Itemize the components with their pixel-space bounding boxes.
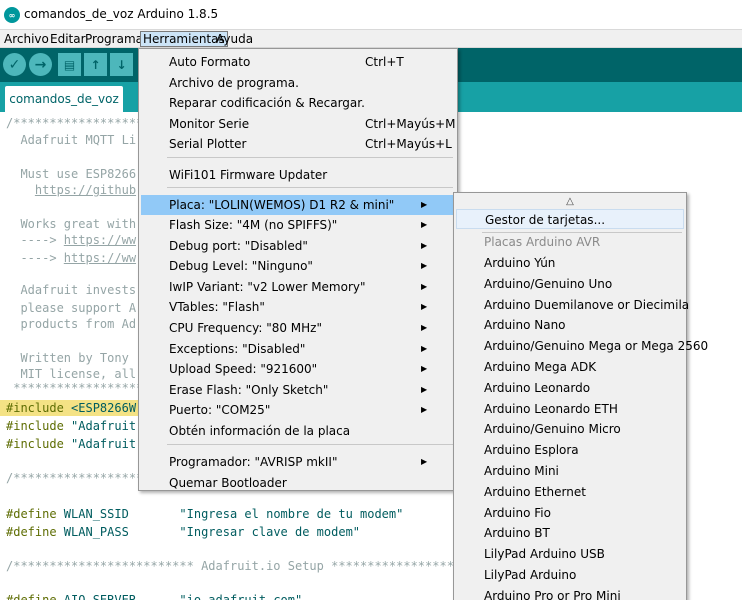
tools-menu-item[interactable]: Serial Plotter Ctrl+Mayús+L	[141, 134, 455, 154]
submenu-arrow-icon: ▶	[421, 457, 428, 466]
save-button[interactable]: ↓	[110, 53, 133, 76]
submenu-arrow-icon: ▶	[421, 385, 428, 394]
tools-menu-item[interactable]: Debug port: "Disabled" ▶	[141, 236, 455, 256]
submenu-arrow-icon: ▶	[421, 241, 428, 250]
submenu-arrow-icon: ▶	[421, 302, 428, 311]
code-line: #include <ESP8266W	[6, 401, 137, 415]
arrow-up-icon: ↑	[90, 57, 101, 72]
code-line: please support A	[6, 301, 137, 315]
code-line: ----> https://ww	[6, 251, 137, 265]
board-manager-item[interactable]: Gestor de tarjetas...	[456, 209, 684, 229]
tools-menu-item[interactable]: Programador: "AVRISP mkII" ▶	[141, 452, 455, 472]
tools-menu-item[interactable]: CPU Frequency: "80 MHz" ▶	[141, 318, 455, 338]
menu-separator	[167, 157, 453, 158]
code-line: Adafruit invests	[6, 283, 137, 297]
board-section-header: Placas Arduino AVR	[484, 235, 601, 249]
tools-menu-item[interactable]: Exceptions: "Disabled" ▶	[141, 339, 455, 359]
tools-menu-item[interactable]: IwIP Variant: "v2 Lower Memory" ▶	[141, 277, 455, 297]
tools-menu-item[interactable]: Auto Formato Ctrl+T	[141, 52, 455, 72]
submenu-arrow-icon: ▶	[421, 323, 428, 332]
board-item[interactable]: Arduino Ethernet	[456, 482, 684, 502]
code-line: products from Ad	[6, 317, 137, 331]
board-item[interactable]: Arduino/Genuino Uno	[456, 274, 684, 294]
submenu-arrow-icon: ▶	[421, 282, 428, 291]
check-icon: ✓	[8, 56, 21, 73]
arrow-right-icon: →	[34, 56, 47, 73]
tab-comandos-de-voz[interactable]: comandos_de_voz	[5, 86, 123, 112]
submenu-arrow-icon: ▶	[421, 405, 428, 414]
board-item[interactable]: Arduino Mega ADK	[456, 357, 684, 377]
board-item[interactable]: Arduino Leonardo	[456, 378, 684, 398]
tools-menu-item[interactable]: WiFi101 Firmware Updater	[141, 165, 455, 185]
submenu-arrow-icon: ▶	[421, 200, 428, 209]
file-icon: ▤	[63, 57, 76, 72]
menu-editar[interactable]: Editar	[48, 31, 88, 47]
board-item[interactable]: Arduino Nano	[456, 315, 684, 335]
submenu-arrow-icon: ▶	[421, 344, 428, 353]
arrow-down-icon: ↓	[116, 57, 127, 72]
board-item[interactable]: Arduino Leonardo ETH	[456, 399, 684, 419]
board-item[interactable]: Arduino Pro or Pro Mini	[456, 586, 684, 600]
submenu-arrow-icon: ▶	[421, 220, 428, 229]
code-line: #define WLAN_SSID "Ingresa el nombre de …	[6, 507, 404, 521]
board-item[interactable]: LilyPad Arduino USB	[456, 544, 684, 564]
board-item[interactable]: Arduino/Genuino Mega or Mega 2560	[456, 336, 708, 356]
board-item[interactable]: Arduino BT	[456, 523, 684, 543]
open-button[interactable]: ↑	[84, 53, 107, 76]
board-item[interactable]: Arduino Duemilanove or Diecimila	[456, 295, 689, 315]
tools-menu-item[interactable]: Archivo de programa.	[141, 73, 455, 93]
board-item[interactable]: Arduino Esplora	[456, 440, 684, 460]
code-line: Works great with	[6, 217, 137, 231]
window-title: comandos_de_voz Arduino 1.8.5	[24, 7, 219, 21]
tools-menu-item[interactable]: Puerto: "COM25" ▶	[141, 400, 455, 420]
board-item[interactable]: LilyPad Arduino	[456, 565, 684, 585]
submenu-arrow-icon: ▶	[421, 261, 428, 270]
code-line: #define AIO_SERVER "io.adafruit.com"	[6, 593, 303, 600]
menu-bar: Archivo Editar Programa Herramientas Ayu…	[0, 30, 742, 48]
menu-archivo[interactable]: Archivo	[2, 31, 51, 47]
board-item[interactable]: Arduino Fio	[456, 503, 684, 523]
code-line: #include "Adafruit	[6, 437, 137, 451]
board-item[interactable]: Arduino Mini	[456, 461, 684, 481]
tools-menu-item[interactable]: Reparar codificación & Recargar.	[141, 93, 455, 113]
tools-menu-item[interactable]: Erase Flash: "Only Sketch" ▶	[141, 380, 455, 400]
menu-programa[interactable]: Programa	[83, 31, 145, 47]
tools-menu-item[interactable]: Upload Speed: "921600" ▶	[141, 359, 455, 379]
submenu-arrow-icon: ▶	[421, 364, 428, 373]
code-line: Must use ESP8266	[6, 167, 137, 181]
new-button[interactable]: ▤	[58, 53, 81, 76]
menu-ayuda[interactable]: Ayuda	[214, 31, 255, 47]
board-item[interactable]: Arduino/Genuino Micro	[456, 419, 684, 439]
code-line: https://github	[34, 183, 137, 197]
title-bar: ∞ comandos_de_voz Arduino 1.8.5	[0, 0, 742, 30]
verify-button[interactable]: ✓	[3, 53, 26, 76]
upload-button[interactable]: →	[29, 53, 52, 76]
board-submenu: △ Gestor de tarjetas... Placas Arduino AV…	[453, 192, 708, 600]
code-line: ----> https://ww	[6, 233, 137, 247]
code-line: Adafruit MQTT Li	[6, 133, 137, 147]
menu-separator	[167, 187, 453, 188]
tools-menu-item[interactable]: Debug Level: "Ninguno" ▶	[141, 256, 455, 276]
code-line: MIT license, all	[6, 367, 137, 381]
tools-menu-item[interactable]: Monitor Serie Ctrl+Mayús+M	[141, 114, 455, 134]
tools-menu-item[interactable]: Quemar Bootloader	[141, 473, 455, 493]
board-item[interactable]: Arduino Yún	[456, 253, 684, 273]
code-line: #include "Adafruit	[6, 419, 137, 433]
code-line: Written by Tony	[6, 351, 137, 365]
menu-separator	[167, 444, 453, 445]
tools-menu: Auto Formato Ctrl+T Archivo de programa. Re…	[138, 48, 458, 491]
tools-menu-item[interactable]: Obtén información de la placa	[141, 421, 455, 441]
tools-menu-item[interactable]: Flash Size: "4M (no SPIFFS)" ▶	[141, 215, 455, 235]
tools-menu-item[interactable]: VTables: "Flash" ▶	[141, 297, 455, 317]
code-line: #define WLAN_PASS "Ingresar clave de mod…	[6, 525, 361, 539]
tools-menu-item[interactable]: Placa: "LOLIN(WEMOS) D1 R2 & mini" ▶	[141, 195, 455, 215]
arduino-logo-icon: ∞	[4, 7, 20, 23]
